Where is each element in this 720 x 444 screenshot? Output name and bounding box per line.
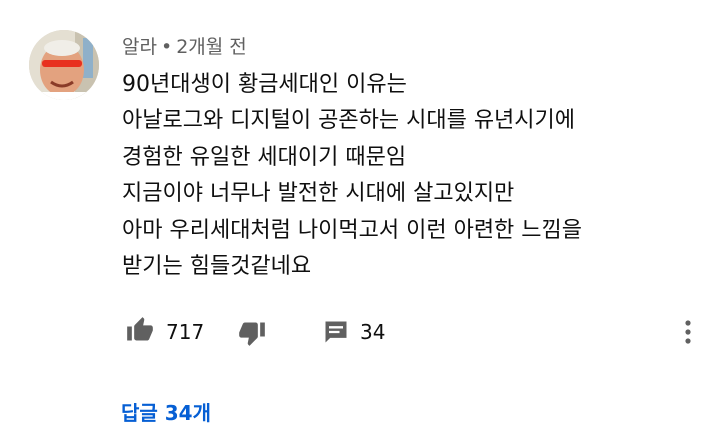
meta-separator: •	[160, 36, 173, 58]
reply-button[interactable]	[322, 316, 354, 348]
comment-actions: 717 34	[122, 316, 712, 348]
like-button[interactable]	[126, 316, 158, 348]
view-replies-button[interactable]: 답글 34개	[121, 397, 211, 426]
more-options-button[interactable]	[680, 318, 696, 348]
comment-line: 아마 우리세대처럼 나이먹고서 이런 아련한 느낌을	[122, 217, 583, 243]
reply-count: 34	[360, 320, 386, 344]
avatar-image	[29, 30, 99, 100]
comment-meta: 알라 • 2개월 전	[122, 32, 247, 59]
comment-timestamp[interactable]: 2개월 전	[176, 36, 247, 58]
like-count: 717	[166, 320, 205, 344]
comment-line: 아날로그와 디지털이 공존하는 시대를 유년시기에	[122, 108, 576, 134]
thumbs-down-icon	[239, 322, 265, 346]
author-name[interactable]: 알라	[122, 36, 157, 58]
comment-text: 90년대생이 황금세대인 이유는 아날로그와 디지털이 공존하는 시대를 유년시…	[122, 67, 712, 285]
dislike-button[interactable]	[238, 316, 270, 348]
comment-line: 경험한 유일한 세대이기 때문임	[122, 144, 407, 170]
avatar[interactable]	[29, 30, 99, 100]
comment-thread: 알라 • 2개월 전 90년대생이 황금세대인 이유는 아날로그와 디지털이 공존하…	[0, 0, 720, 444]
thumbs-up-icon	[127, 317, 153, 341]
more-vert-icon	[685, 320, 691, 344]
comment-line: 받기는 힘들것같네요	[122, 254, 312, 280]
comment-line: 90년대생이 황금세대인 이유는	[122, 72, 407, 97]
comment-icon	[325, 321, 347, 343]
comment-line: 지금이야 너무나 발전한 시대에 살고있지만	[122, 181, 515, 207]
